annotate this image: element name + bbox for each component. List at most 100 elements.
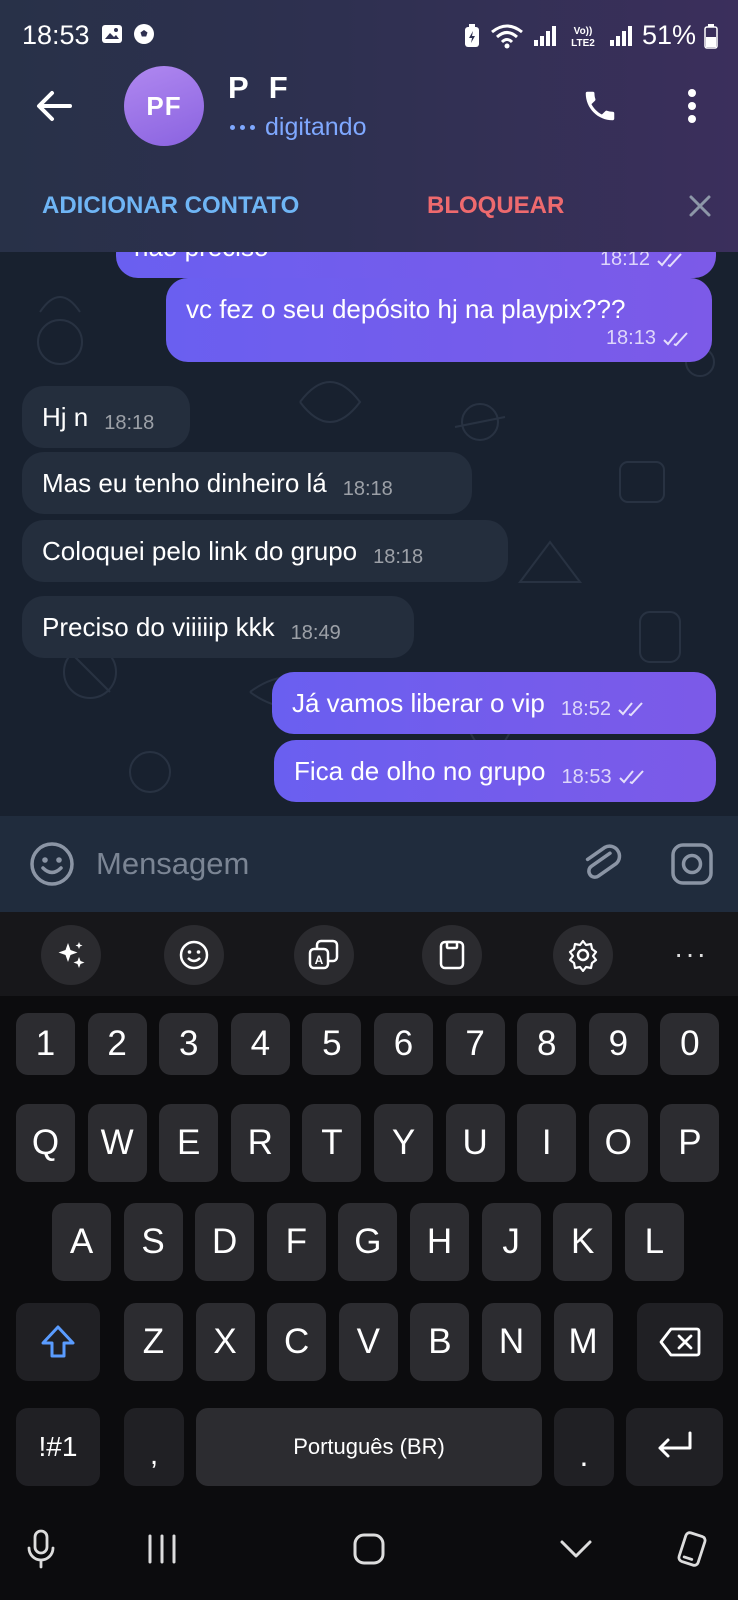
letter-key-e[interactable]: E bbox=[159, 1104, 219, 1182]
number-key-2[interactable]: 2 bbox=[87, 1013, 147, 1075]
message-time: 18:49 bbox=[290, 621, 341, 644]
camera-button[interactable] bbox=[668, 840, 716, 888]
message-bubble-incoming[interactable]: Mas eu tenho dinheiro lá 18:18 bbox=[22, 452, 472, 514]
hide-keyboard-button[interactable] bbox=[551, 1524, 601, 1574]
letter-key-d[interactable]: D bbox=[195, 1203, 255, 1281]
toolbar-more-button[interactable]: ··· bbox=[674, 938, 708, 970]
attach-button[interactable] bbox=[578, 840, 626, 888]
letter-key-y[interactable]: Y bbox=[374, 1104, 433, 1182]
letter-key-p[interactable]: P bbox=[660, 1104, 720, 1182]
keyboard-toolbar: A ··· bbox=[0, 912, 738, 996]
call-button[interactable] bbox=[576, 82, 624, 130]
letter-key-z[interactable]: Z bbox=[124, 1303, 183, 1381]
message-time-text: 18:12 bbox=[599, 252, 650, 270]
soccer-ball-icon bbox=[134, 24, 154, 44]
recent-apps-button[interactable] bbox=[137, 1524, 187, 1574]
status-right-icons: Vo)) LTE2 51% bbox=[462, 20, 718, 51]
svg-text:Vo)): Vo)) bbox=[574, 26, 593, 37]
clipboard-button[interactable] bbox=[422, 925, 482, 985]
message-text: vc fez o seu depósito hj na playpix??? bbox=[186, 294, 626, 324]
symbols-key[interactable]: !#1 bbox=[16, 1408, 100, 1486]
letter-key-l[interactable]: L bbox=[624, 1203, 684, 1281]
letter-key-j[interactable]: J bbox=[481, 1203, 541, 1281]
letter-key-v[interactable]: V bbox=[338, 1303, 398, 1381]
home-button[interactable] bbox=[344, 1524, 394, 1574]
message-text: Preciso do viiiiip kkk bbox=[42, 611, 275, 642]
keyboard: 1234567890 QWERTYUIOP ASDFGHJKL ZXCVBNM … bbox=[0, 996, 738, 1496]
shift-key[interactable] bbox=[16, 1303, 100, 1381]
back-button[interactable] bbox=[30, 82, 78, 130]
block-button[interactable]: BLOQUEAR bbox=[427, 192, 564, 220]
recent-apps-icon bbox=[148, 1534, 176, 1564]
double-check-icon bbox=[657, 252, 682, 267]
contact-status-text: digitando bbox=[265, 113, 367, 141]
number-key-6[interactable]: 6 bbox=[374, 1013, 433, 1075]
chat-header: 18:53 Vo)) LTE2 51% PF P F digitando ADIC… bbox=[0, 0, 738, 252]
more-options-button[interactable] bbox=[670, 82, 714, 130]
avatar[interactable]: PF bbox=[124, 66, 204, 146]
svg-text:LTE2: LTE2 bbox=[571, 38, 595, 49]
letter-key-b[interactable]: B bbox=[410, 1303, 470, 1381]
translate-button[interactable]: A bbox=[294, 925, 354, 985]
letter-key-n[interactable]: N bbox=[482, 1303, 541, 1381]
number-key-7[interactable]: 7 bbox=[445, 1013, 505, 1075]
letter-key-f[interactable]: F bbox=[266, 1203, 326, 1281]
letter-key-k[interactable]: K bbox=[553, 1203, 613, 1281]
backspace-key[interactable] bbox=[637, 1303, 723, 1381]
letter-key-g[interactable]: G bbox=[338, 1203, 398, 1281]
rotate-screen-button[interactable] bbox=[667, 1524, 717, 1574]
letter-key-a[interactable]: A bbox=[52, 1203, 111, 1281]
battery-saver-icon bbox=[464, 23, 479, 47]
letter-key-q[interactable]: Q bbox=[16, 1104, 75, 1182]
more-vertical-icon bbox=[688, 89, 696, 123]
message-bubble-outgoing[interactable]: Já vamos liberar o vip 18:52 bbox=[272, 672, 716, 734]
letter-key-x[interactable]: X bbox=[195, 1303, 255, 1381]
message-time: 18:18 bbox=[373, 545, 424, 568]
keyboard-settings-button[interactable] bbox=[553, 925, 613, 985]
paperclip-icon bbox=[585, 844, 622, 879]
letter-key-m[interactable]: M bbox=[553, 1303, 613, 1381]
letter-key-w[interactable]: W bbox=[87, 1104, 147, 1182]
letter-key-h[interactable]: H bbox=[410, 1203, 469, 1281]
letter-key-s[interactable]: S bbox=[123, 1203, 183, 1281]
number-key-3[interactable]: 3 bbox=[159, 1013, 219, 1075]
emoji-keyboard-button[interactable] bbox=[164, 925, 224, 985]
message-bubble-outgoing[interactable]: não preciso 18:12 bbox=[116, 252, 716, 278]
close-actions-button[interactable] bbox=[684, 190, 716, 222]
letter-key-r[interactable]: R bbox=[230, 1104, 290, 1182]
add-contact-button[interactable]: ADICIONAR CONTATO bbox=[42, 192, 299, 220]
number-key-5[interactable]: 5 bbox=[302, 1013, 362, 1075]
voice-input-button[interactable] bbox=[16, 1524, 66, 1574]
message-bubble-incoming[interactable]: Preciso do viiiiip kkk 18:49 bbox=[22, 596, 414, 658]
message-input[interactable] bbox=[96, 836, 536, 892]
chat-area[interactable]: não preciso 18:12 vc fez o seu depósito … bbox=[0, 252, 738, 816]
message-text: Fica de olho no grupo bbox=[294, 755, 546, 786]
letter-key-o[interactable]: O bbox=[588, 1104, 648, 1182]
message-bubble-incoming[interactable]: Coloquei pelo link do grupo 18:18 bbox=[22, 520, 508, 582]
message-bubble-outgoing[interactable]: Fica de olho no grupo 18:53 bbox=[274, 740, 716, 802]
number-key-0[interactable]: 0 bbox=[660, 1013, 720, 1075]
number-key-4[interactable]: 4 bbox=[230, 1013, 290, 1075]
letter-key-c[interactable]: C bbox=[267, 1303, 327, 1381]
message-bubble-outgoing[interactable]: vc fez o seu depósito hj na playpix??? 1… bbox=[166, 278, 712, 362]
number-key-8[interactable]: 8 bbox=[517, 1013, 577, 1075]
emoji-button[interactable] bbox=[28, 840, 76, 888]
message-bubble-incoming[interactable]: Hj n 18:18 bbox=[22, 386, 190, 448]
number-key-1[interactable]: 1 bbox=[16, 1013, 75, 1075]
message-input-bar bbox=[0, 816, 738, 912]
letter-key-i[interactable]: I bbox=[517, 1104, 577, 1182]
clipboard-icon bbox=[439, 940, 465, 970]
phone-icon bbox=[585, 91, 615, 121]
contact-name[interactable]: P F bbox=[228, 70, 294, 106]
comma-key[interactable]: , bbox=[124, 1408, 184, 1486]
message-time: 18:12 bbox=[600, 252, 686, 271]
letter-key-t[interactable]: T bbox=[302, 1104, 362, 1182]
letter-key-u[interactable]: U bbox=[445, 1104, 505, 1182]
number-key-9[interactable]: 9 bbox=[588, 1013, 648, 1075]
message-text: Coloquei pelo link do grupo bbox=[42, 535, 358, 566]
space-key[interactable]: Português (BR) bbox=[196, 1408, 542, 1486]
enter-key[interactable] bbox=[626, 1408, 723, 1486]
ai-tools-button[interactable] bbox=[41, 925, 101, 985]
battery-icon bbox=[704, 23, 718, 49]
period-key[interactable]: . bbox=[554, 1408, 614, 1486]
